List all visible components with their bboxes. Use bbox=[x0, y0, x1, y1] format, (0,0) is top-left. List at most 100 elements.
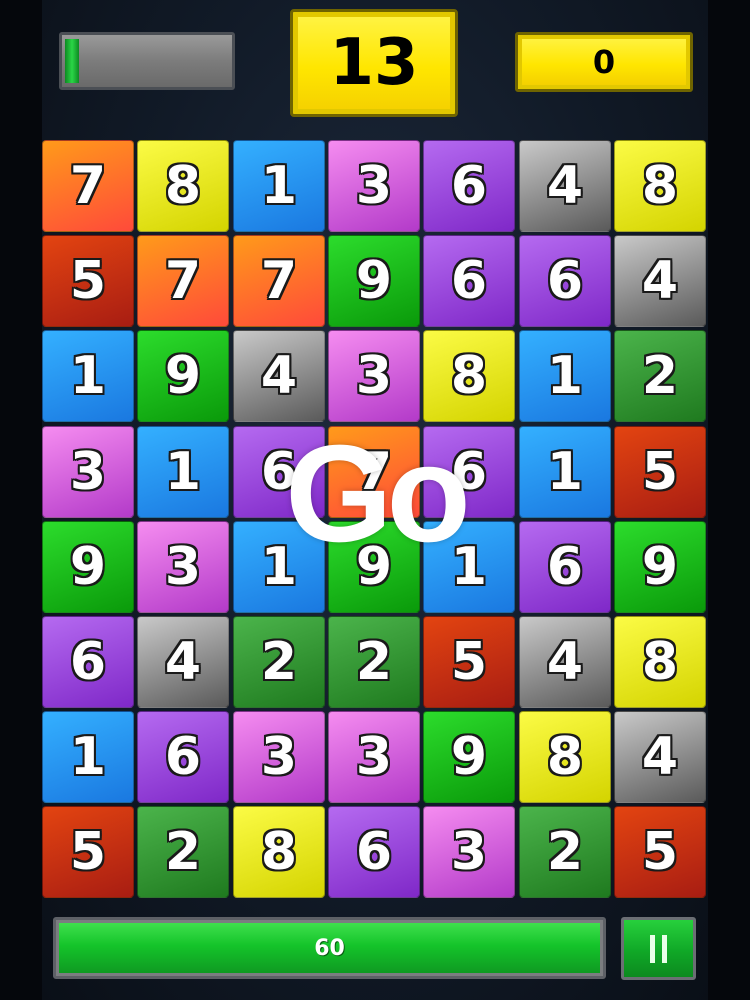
number-tile[interactable]: 6 bbox=[328, 806, 420, 898]
tile-number: 4 bbox=[260, 346, 298, 406]
tile-number: 2 bbox=[641, 346, 679, 406]
tile-number: 6 bbox=[355, 822, 393, 882]
tile-number: 5 bbox=[69, 251, 107, 311]
tile-number: 5 bbox=[641, 442, 679, 502]
tile-number: 5 bbox=[69, 822, 107, 882]
number-tile[interactable]: 4 bbox=[233, 330, 325, 422]
number-tile[interactable]: 1 bbox=[233, 140, 325, 232]
number-tile[interactable]: 3 bbox=[137, 521, 229, 613]
score-panel: 0 bbox=[515, 32, 693, 92]
number-tile[interactable]: 2 bbox=[519, 806, 611, 898]
tile-number: 6 bbox=[450, 251, 488, 311]
number-tile[interactable]: 5 bbox=[423, 616, 515, 708]
tile-number: 9 bbox=[355, 537, 393, 597]
number-tile[interactable]: 9 bbox=[328, 235, 420, 327]
tile-number: 8 bbox=[641, 156, 679, 216]
number-tile[interactable]: 3 bbox=[328, 330, 420, 422]
number-tile[interactable]: 3 bbox=[423, 806, 515, 898]
number-tile[interactable]: 3 bbox=[233, 711, 325, 803]
number-tile[interactable]: 6 bbox=[423, 140, 515, 232]
tile-number: 8 bbox=[164, 156, 202, 216]
number-tile[interactable]: 1 bbox=[42, 711, 134, 803]
tile-number: 1 bbox=[450, 537, 488, 597]
number-tile[interactable]: 6 bbox=[519, 235, 611, 327]
number-tile[interactable]: 9 bbox=[137, 330, 229, 422]
tile-number: 2 bbox=[164, 822, 202, 882]
number-tile[interactable]: 3 bbox=[328, 140, 420, 232]
tile-number: 8 bbox=[450, 346, 488, 406]
number-tile[interactable]: 2 bbox=[137, 806, 229, 898]
tile-number: 1 bbox=[69, 727, 107, 787]
number-tile[interactable]: 8 bbox=[423, 330, 515, 422]
number-tile[interactable]: 8 bbox=[519, 711, 611, 803]
tile-number: 8 bbox=[260, 822, 298, 882]
number-tile[interactable]: 1 bbox=[423, 521, 515, 613]
tile-number: 6 bbox=[546, 537, 584, 597]
tile-number: 4 bbox=[641, 251, 679, 311]
number-tile[interactable]: 1 bbox=[519, 426, 611, 518]
number-tile[interactable]: 6 bbox=[519, 521, 611, 613]
tile-number: 4 bbox=[164, 632, 202, 692]
number-tile[interactable]: 9 bbox=[328, 521, 420, 613]
number-tile[interactable]: 6 bbox=[423, 235, 515, 327]
tile-number: 1 bbox=[164, 442, 202, 502]
pause-button[interactable] bbox=[621, 917, 696, 980]
number-tile[interactable]: 8 bbox=[614, 140, 706, 232]
number-tile[interactable]: 3 bbox=[328, 711, 420, 803]
number-tile[interactable]: 1 bbox=[519, 330, 611, 422]
number-tile[interactable]: 7 bbox=[328, 426, 420, 518]
tile-number: 7 bbox=[69, 156, 107, 216]
number-tile[interactable]: 1 bbox=[233, 521, 325, 613]
number-tile[interactable]: 2 bbox=[328, 616, 420, 708]
tile-number: 1 bbox=[69, 346, 107, 406]
number-tile[interactable]: 1 bbox=[42, 330, 134, 422]
tile-number: 6 bbox=[450, 156, 488, 216]
tile-number: 2 bbox=[546, 822, 584, 882]
number-tile[interactable]: 3 bbox=[42, 426, 134, 518]
tile-number: 7 bbox=[164, 251, 202, 311]
tile-number: 9 bbox=[450, 727, 488, 787]
number-tile[interactable]: 8 bbox=[233, 806, 325, 898]
number-tile[interactable]: 5 bbox=[614, 806, 706, 898]
number-tile[interactable]: 7 bbox=[137, 235, 229, 327]
pause-icon bbox=[650, 934, 667, 963]
number-tile[interactable]: 2 bbox=[233, 616, 325, 708]
tile-number: 9 bbox=[164, 346, 202, 406]
tile-number: 4 bbox=[546, 156, 584, 216]
number-tile[interactable]: 5 bbox=[42, 806, 134, 898]
number-tile[interactable]: 5 bbox=[42, 235, 134, 327]
number-tile[interactable]: 6 bbox=[137, 711, 229, 803]
number-tile[interactable]: 8 bbox=[137, 140, 229, 232]
number-tile[interactable]: 4 bbox=[614, 711, 706, 803]
level-progress-meter bbox=[59, 32, 235, 90]
number-tile[interactable]: 4 bbox=[519, 140, 611, 232]
number-tile[interactable]: 9 bbox=[42, 521, 134, 613]
number-tile[interactable]: 6 bbox=[42, 616, 134, 708]
tile-number: 5 bbox=[641, 822, 679, 882]
tile-number: 6 bbox=[546, 251, 584, 311]
number-tile[interactable]: 2 bbox=[614, 330, 706, 422]
number-tile[interactable]: 7 bbox=[233, 235, 325, 327]
tile-number: 1 bbox=[260, 537, 298, 597]
number-tile[interactable]: 1 bbox=[137, 426, 229, 518]
tile-number: 1 bbox=[546, 442, 584, 502]
tile-number: 4 bbox=[641, 727, 679, 787]
tile-number: 3 bbox=[164, 537, 202, 597]
number-tile[interactable]: 4 bbox=[137, 616, 229, 708]
number-tile[interactable]: 9 bbox=[614, 521, 706, 613]
tile-number: 9 bbox=[355, 251, 393, 311]
number-tile-grid: 7813648577966419438123167615931916964225… bbox=[42, 140, 708, 902]
tile-number: 8 bbox=[546, 727, 584, 787]
number-tile[interactable]: 9 bbox=[423, 711, 515, 803]
number-tile[interactable]: 6 bbox=[423, 426, 515, 518]
tile-number: 7 bbox=[260, 251, 298, 311]
number-tile[interactable]: 4 bbox=[614, 235, 706, 327]
number-tile[interactable]: 7 bbox=[42, 140, 134, 232]
number-tile[interactable]: 6 bbox=[233, 426, 325, 518]
tile-number: 7 bbox=[355, 442, 393, 502]
number-tile[interactable]: 8 bbox=[614, 616, 706, 708]
tile-number: 3 bbox=[69, 442, 107, 502]
tile-number: 5 bbox=[450, 632, 488, 692]
number-tile[interactable]: 4 bbox=[519, 616, 611, 708]
number-tile[interactable]: 5 bbox=[614, 426, 706, 518]
